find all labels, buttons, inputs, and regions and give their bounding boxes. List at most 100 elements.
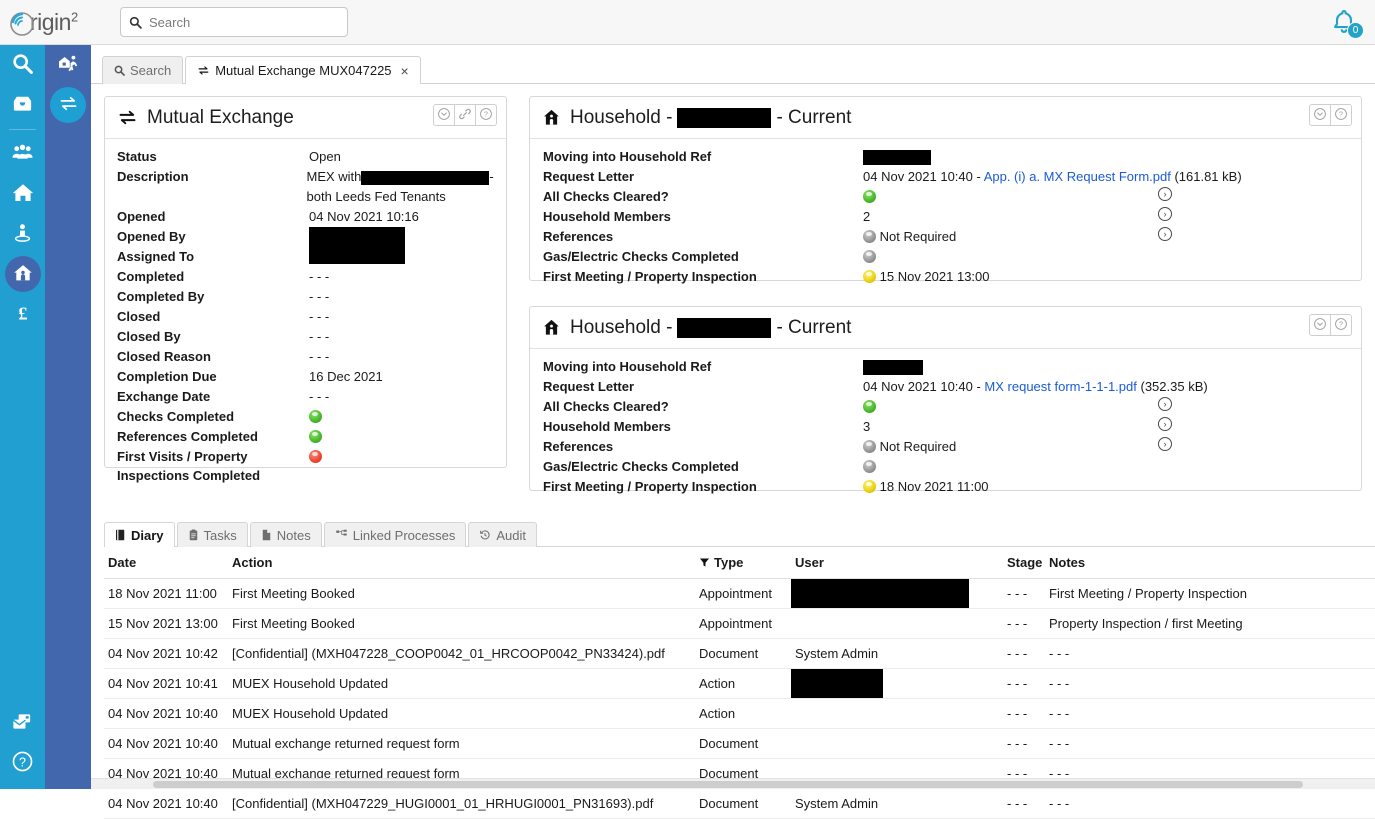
sidebar-item-search[interactable]: [0, 45, 45, 85]
column-header-user[interactable]: User: [791, 547, 1003, 579]
cell-stage: - - -: [1003, 669, 1045, 699]
close-icon[interactable]: ×: [401, 64, 409, 78]
notifications-button[interactable]: 0: [1329, 7, 1361, 39]
link-button[interactable]: [454, 104, 476, 126]
field-exchange-date-label: Exchange Date: [117, 387, 309, 407]
field-gas-electric-checks-label: Gas/Electric Checks Completed: [543, 247, 863, 267]
expand-checks-button[interactable]: ›: [1158, 187, 1172, 201]
home-icon: [11, 181, 35, 208]
global-search-box[interactable]: Search: [120, 7, 348, 37]
cell-stage: - - -: [1003, 579, 1045, 609]
expand-members-button[interactable]: ›: [1158, 207, 1172, 221]
status-indicator-green: [309, 410, 322, 423]
field-completion-due-value: 16 Dec 2021: [309, 367, 383, 387]
inbox-tray-icon: [11, 92, 34, 118]
household-2-header: Household - - Current ?: [530, 307, 1361, 349]
redacted-household-name: [677, 318, 771, 338]
sidebar-item-inbox[interactable]: [0, 85, 45, 125]
tab-audit[interactable]: Audit: [468, 522, 537, 547]
sidebar-item-finance[interactable]: £: [0, 294, 45, 334]
horizontal-scrollbar[interactable]: [91, 778, 1375, 789]
household-1-fields: Moving into Household Ref Request Letter…: [530, 139, 1361, 293]
cell-user: [791, 729, 1003, 759]
table-row[interactable]: 18 Nov 2021 11:00 First Meeting Booked A…: [104, 579, 1375, 609]
field-first-meeting-value: 18 Nov 2021 11:00: [880, 479, 989, 494]
field-household-members-label: Household Members: [543, 207, 863, 227]
tab-mutual-exchange[interactable]: Mutual Exchange MUX047225 ×: [185, 56, 421, 84]
household-2-title: Household - - Current: [542, 317, 851, 339]
column-header-date[interactable]: Date: [104, 547, 228, 579]
expand-references-button[interactable]: ›: [1158, 227, 1172, 241]
sidebar-item-people[interactable]: [0, 134, 45, 174]
app-logo-text: rigin2: [8, 9, 78, 36]
tab-search[interactable]: Search: [102, 56, 183, 84]
field-references-value: Not Required: [880, 439, 957, 454]
expand-members-button[interactable]: ›: [1158, 417, 1172, 431]
search-input[interactable]: Search: [149, 15, 190, 30]
sidebar-item-mutual-exchange-property[interactable]: [45, 45, 91, 85]
column-header-stage[interactable]: Stage: [1003, 547, 1045, 579]
sidebar-item-help[interactable]: ?: [0, 743, 45, 783]
link-icon: [458, 107, 472, 124]
cell-notes: - - -: [1045, 729, 1375, 759]
expand-checks-button[interactable]: ›: [1158, 397, 1172, 411]
field-references: References Not Required ›: [543, 227, 1351, 247]
sidebar-item-person-location[interactable]: [0, 214, 45, 254]
field-completed-value: - - -: [309, 267, 329, 287]
horizontal-scrollbar-thumb[interactable]: [153, 781, 1303, 788]
field-household-members-value: 2: [863, 207, 1158, 227]
help-button[interactable]: ?: [1330, 314, 1352, 336]
collapse-button[interactable]: [433, 104, 455, 126]
cell-action: [Confidential] (MXH047229_HUGI0001_01_HR…: [228, 789, 695, 819]
tab-linked-processes[interactable]: Linked Processes: [324, 522, 467, 547]
household-1-title-prefix: Household -: [570, 107, 672, 129]
funnel-icon[interactable]: [699, 557, 710, 568]
help-button[interactable]: ?: [1330, 104, 1352, 126]
tab-tasks[interactable]: Tasks: [177, 522, 248, 547]
tab-diary[interactable]: Diary: [104, 522, 175, 547]
field-gas-electric-checks-label: Gas/Electric Checks Completed: [543, 457, 863, 477]
column-header-type[interactable]: Type: [695, 547, 791, 579]
sidebar-item-mutual-exchange[interactable]: [45, 85, 91, 125]
help-button[interactable]: ?: [475, 104, 497, 126]
field-references: References Not Required ›: [543, 437, 1351, 457]
request-letter-date: 04 Nov 2021 10:40 -: [863, 379, 984, 394]
cell-action: First Meeting Booked: [228, 609, 695, 639]
mutual-exchange-header-buttons: ?: [434, 104, 497, 126]
table-row[interactable]: 15 Nov 2021 13:00 First Meeting Booked A…: [104, 609, 1375, 639]
status-indicator-red: [309, 450, 322, 463]
table-row[interactable]: 04 Nov 2021 10:40 MUEX Household Updated…: [104, 699, 1375, 729]
tab-notes[interactable]: Notes: [250, 522, 322, 547]
question-circle-icon: ?: [479, 107, 493, 124]
field-closed-by-value: - - -: [309, 327, 329, 347]
book-icon: [115, 529, 126, 541]
collapse-button[interactable]: [1309, 104, 1331, 126]
sidebar-item-property[interactable]: [0, 174, 45, 214]
table-row[interactable]: 04 Nov 2021 10:41 MUEX Household Updated…: [104, 669, 1375, 699]
table-row[interactable]: 04 Nov 2021 10:42 [Confidential] (MXH047…: [104, 639, 1375, 669]
column-header-action[interactable]: Action: [228, 547, 695, 579]
household-2-fields: Moving into Household Ref Request Letter…: [530, 349, 1361, 503]
table-row[interactable]: 04 Nov 2021 10:40 [Confidential] (MXH047…: [104, 789, 1375, 819]
expand-references-button[interactable]: ›: [1158, 437, 1172, 451]
field-opened-label: Opened: [117, 207, 309, 227]
request-letter-file-link[interactable]: MX request form-1-1-1.pdf: [984, 379, 1136, 394]
question-circle-icon: ?: [1334, 317, 1348, 334]
lower-tab-bar: Diary Tasks Notes Linked Processes: [104, 518, 1375, 547]
field-exchange-date: Exchange Date - - -: [117, 387, 496, 407]
app-logo-superscript: 2: [71, 9, 78, 24]
tab-notes-label: Notes: [277, 528, 311, 543]
collapse-button[interactable]: [1309, 314, 1331, 336]
request-letter-file-link[interactable]: App. (i) a. MX Request Form.pdf: [984, 169, 1171, 184]
cell-user: [791, 579, 1003, 609]
column-header-notes[interactable]: Notes: [1045, 547, 1375, 579]
question-circle-icon: ?: [1334, 107, 1348, 124]
app-logo[interactable]: rigin2: [0, 0, 110, 45]
sidebar-item-messages[interactable]: [0, 703, 45, 743]
household-1-title: Household - - Current: [542, 107, 851, 129]
status-indicator-grey: [863, 440, 876, 453]
sidebar-item-household[interactable]: [0, 254, 45, 294]
page-title: Mutual Exchange: [117, 107, 294, 129]
cell-notes: - - -: [1045, 669, 1375, 699]
table-row[interactable]: 04 Nov 2021 10:40 Mutual exchange return…: [104, 729, 1375, 759]
